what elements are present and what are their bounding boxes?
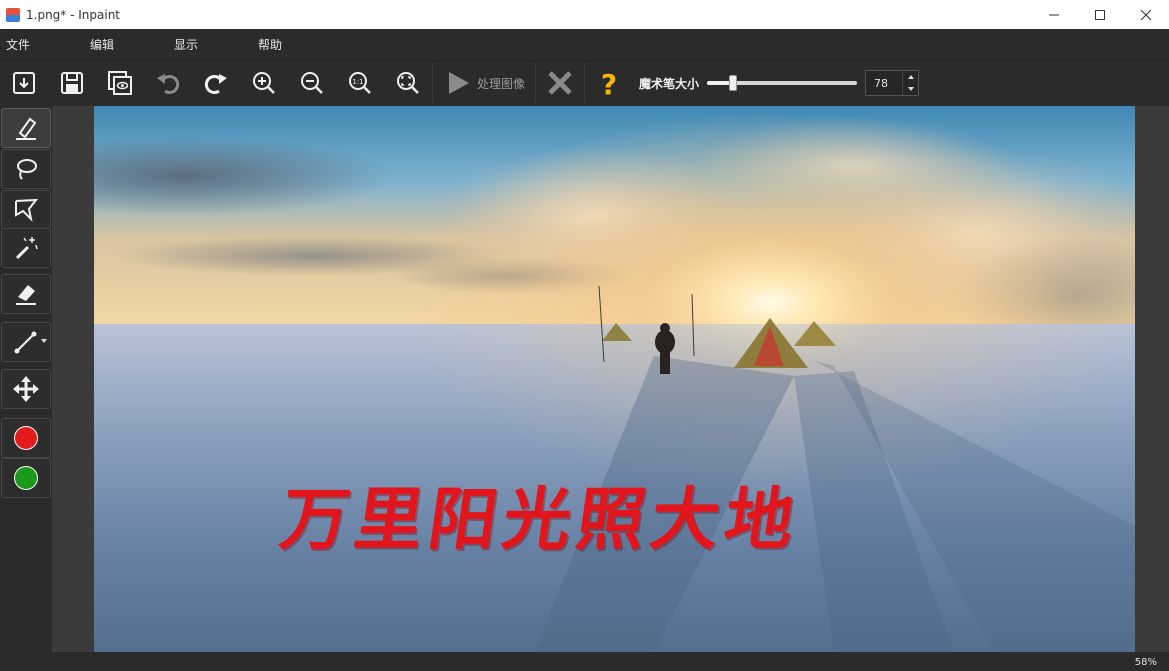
undo-icon (157, 74, 180, 94)
actual-size-icon: 1:1 (349, 72, 371, 94)
minimize-button[interactable] (1031, 0, 1077, 29)
polygonal-lasso-icon (15, 198, 39, 223)
close-window-button[interactable] (1123, 0, 1169, 29)
cancel-button[interactable] (536, 63, 584, 103)
move-icon (13, 376, 39, 402)
process-image-button[interactable]: 处理图像 (433, 63, 535, 103)
eraser-icon (16, 285, 36, 305)
brush-size-slider[interactable] (707, 73, 858, 93)
preview-icon (108, 71, 132, 95)
secondary-color-button[interactable] (1, 458, 51, 498)
maximize-button[interactable] (1077, 0, 1123, 29)
secondary-color-swatch (14, 466, 38, 490)
toolbar: 1:1 处理图像 ? 魔术笔大小 78 (0, 61, 1169, 105)
zoom-out-icon (301, 72, 323, 94)
undo-button[interactable] (144, 63, 192, 103)
preview-button[interactable] (96, 63, 144, 103)
lasso-icon (17, 159, 37, 180)
polygonal-lasso-tool[interactable] (1, 190, 51, 230)
chevron-down-icon[interactable] (907, 87, 914, 91)
title-bar: 1.png* - Inpaint (0, 0, 1169, 29)
maximize-icon (1095, 9, 1105, 20)
help-button[interactable]: ? (585, 63, 633, 103)
primary-color-button[interactable] (1, 418, 51, 458)
brush-size-label: 魔术笔大小 (639, 76, 700, 91)
zoom-out-button[interactable] (288, 63, 336, 103)
line-icon (14, 331, 37, 354)
magic-wand-icon (15, 237, 38, 260)
fit-window-button[interactable] (384, 63, 432, 103)
image-canvas[interactable]: 万里阳光照大地 (94, 106, 1135, 652)
brush-size-value: 78 (874, 77, 889, 90)
menu-view[interactable]: 显示 (168, 36, 252, 53)
open-icon (13, 72, 35, 94)
app-icon (6, 7, 20, 22)
zoom-in-button[interactable] (240, 63, 288, 103)
magic-wand-tool[interactable] (1, 228, 51, 268)
redo-button[interactable] (192, 63, 240, 103)
process-image-label: 处理图像 (477, 76, 526, 91)
move-tool[interactable] (1, 369, 51, 409)
fit-to-window-icon (397, 72, 419, 94)
tool-panel (0, 106, 52, 652)
canvas-area[interactable]: 万里阳光照大地 (52, 106, 1169, 652)
save-icon (61, 72, 83, 94)
menu-edit[interactable]: 编辑 (84, 36, 168, 53)
actual-size-button[interactable]: 1:1 (336, 63, 384, 103)
marker-icon (16, 117, 37, 140)
svg-text:?: ? (601, 68, 617, 98)
play-icon (449, 72, 469, 94)
close-icon (548, 71, 572, 95)
menu-bar: 文件 编辑 显示 帮助 (0, 29, 1169, 61)
chevron-down-icon[interactable] (41, 339, 47, 343)
redo-icon (204, 74, 227, 94)
status-bar: 58% (0, 652, 1169, 671)
overlay-text: 万里阳光照大地 (275, 480, 805, 560)
window-controls (1031, 0, 1169, 29)
inpaint-window: 1.png* - Inpaint 文件 编辑 显示 帮助 1:1 处理图像 ? … (0, 0, 1169, 671)
lasso-tool[interactable] (1, 149, 51, 189)
question-icon: ? (601, 68, 617, 98)
zoom-in-icon (253, 72, 275, 94)
marker-tool[interactable] (1, 108, 51, 148)
brush-size-spinbox[interactable]: 78 (865, 70, 920, 96)
landscape-photo (94, 106, 1135, 652)
primary-color-swatch (14, 426, 38, 450)
menu-file[interactable]: 文件 (0, 36, 84, 53)
save-button[interactable] (48, 63, 96, 103)
line-tool[interactable] (1, 322, 51, 362)
eraser-tool[interactable] (1, 274, 51, 314)
zoom-level: 58% (1134, 657, 1157, 668)
open-button[interactable] (0, 63, 48, 103)
minimize-icon (1049, 14, 1059, 15)
chevron-up-icon[interactable] (907, 75, 914, 79)
svg-text:1:1: 1:1 (352, 78, 363, 86)
menu-help[interactable]: 帮助 (252, 36, 336, 53)
window-title: 1.png* - Inpaint (26, 7, 121, 22)
slider-handle[interactable] (728, 75, 737, 91)
close-icon (1140, 9, 1152, 20)
spin-arrows (902, 71, 918, 95)
